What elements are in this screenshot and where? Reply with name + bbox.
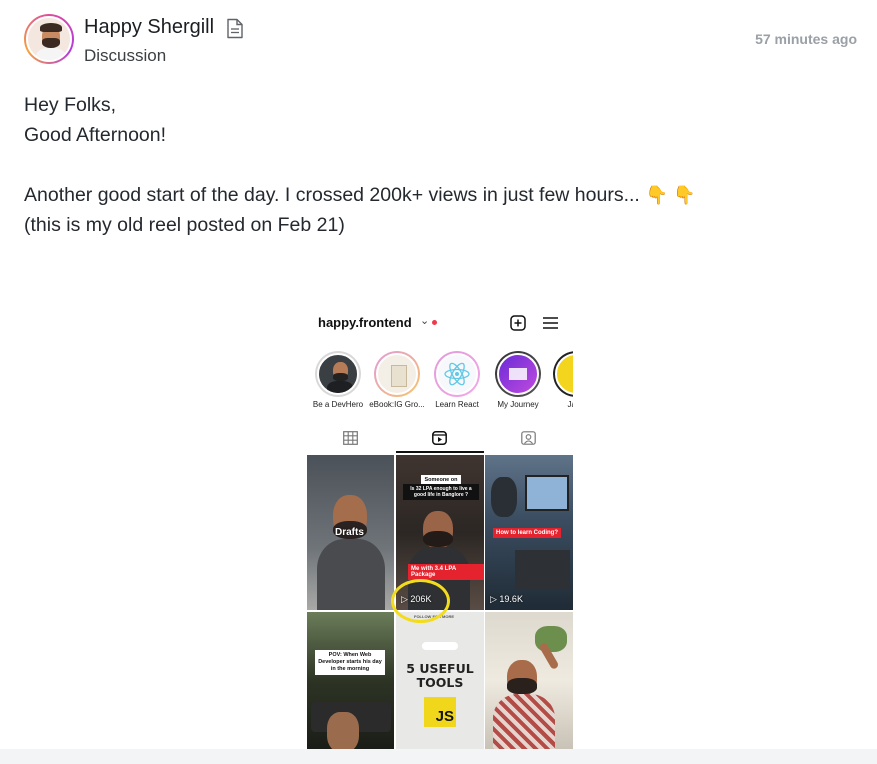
story-highlight-react[interactable] xyxy=(434,351,480,397)
author-avatar[interactable] xyxy=(24,14,74,64)
post-type-label: Discussion xyxy=(84,46,167,65)
instagram-profile-screenshot[interactable]: happy.frontend ⌄ Be a DevHero eBook:IG G… xyxy=(307,306,573,749)
chevron-down-icon: ⌄ xyxy=(420,315,430,327)
story-label-ebook: eBook:IG Gro... xyxy=(369,400,425,409)
reel-tile-pov-morning[interactable]: POV: When Web Developer starts his day i… xyxy=(307,612,394,749)
tile3-caption: How to learn Coding? xyxy=(493,528,561,538)
tagged-icon[interactable] xyxy=(521,431,536,445)
post-timestamp: 57 minutes ago xyxy=(755,31,857,47)
story-highlight-ebook[interactable] xyxy=(374,351,420,397)
reel-tile-useful-tools[interactable]: FOLLOW FOR MORE 5 USEFUL TOOLS JS xyxy=(396,612,484,749)
grid-icon[interactable] xyxy=(343,431,358,445)
tile3-view-count: ▷ 19.6K xyxy=(490,594,523,604)
tile5-title: 5 USEFUL TOOLS xyxy=(406,661,474,690)
tile2-question-caption: Is 32 LPA enough to live a good life in … xyxy=(403,484,479,500)
tile5-js-badge: JS xyxy=(435,708,454,725)
pointing-down-emoji: 👇 👇 xyxy=(645,185,696,205)
menu-icon xyxy=(543,317,558,329)
add-post-icon xyxy=(510,315,526,331)
ig-username: happy.frontend xyxy=(318,315,412,330)
reel-tile-learn-coding[interactable]: How to learn Coding? ▷ 19.6K xyxy=(485,455,573,610)
javascript-logo-icon: JS xyxy=(424,697,456,727)
reel-tile-pointing[interactable] xyxy=(485,612,573,749)
post-line-greeting: Hey Folks, xyxy=(24,94,117,116)
story-label-devhero: Be a DevHero xyxy=(312,400,364,409)
story-highlight-java[interactable] xyxy=(553,351,573,397)
tile4-caption: POV: When Web Developer starts his day i… xyxy=(315,650,385,675)
post-line-views: Another good start of the day. I crossed… xyxy=(24,184,640,206)
story-label-react: Learn React xyxy=(435,400,479,409)
story-label-journey: My Journey xyxy=(497,400,539,409)
react-logo-icon xyxy=(444,362,470,386)
reels-icon[interactable] xyxy=(432,431,447,445)
post-line-afternoon: Good Afternoon! xyxy=(24,124,167,146)
active-tab-indicator xyxy=(396,451,484,453)
author-name[interactable]: Happy Shergill xyxy=(84,16,214,39)
post-line-views-wrap: Another good start of the day. I crossed… xyxy=(24,180,696,210)
story-label-java: Java xyxy=(567,400,573,409)
drafts-label: Drafts xyxy=(335,527,364,538)
highlight-circle xyxy=(391,579,450,623)
document-icon xyxy=(227,18,243,39)
notification-dot xyxy=(432,320,437,325)
post-card: Happy Shergill Discussion 57 minutes ago… xyxy=(0,0,877,749)
reel-tile-drafts[interactable]: Drafts xyxy=(307,455,394,610)
tile2-bottom-caption: Me with 3.4 LPA Package xyxy=(408,564,484,580)
story-highlight-devhero[interactable] xyxy=(315,351,361,397)
ig-tab-bar xyxy=(307,423,573,453)
post-line-old-reel: (this is my old reel posted on Feb 21) xyxy=(24,214,345,236)
post-body: Hey Folks, Good Afternoon! Another good … xyxy=(24,90,696,240)
story-highlight-journey[interactable] xyxy=(495,351,541,397)
